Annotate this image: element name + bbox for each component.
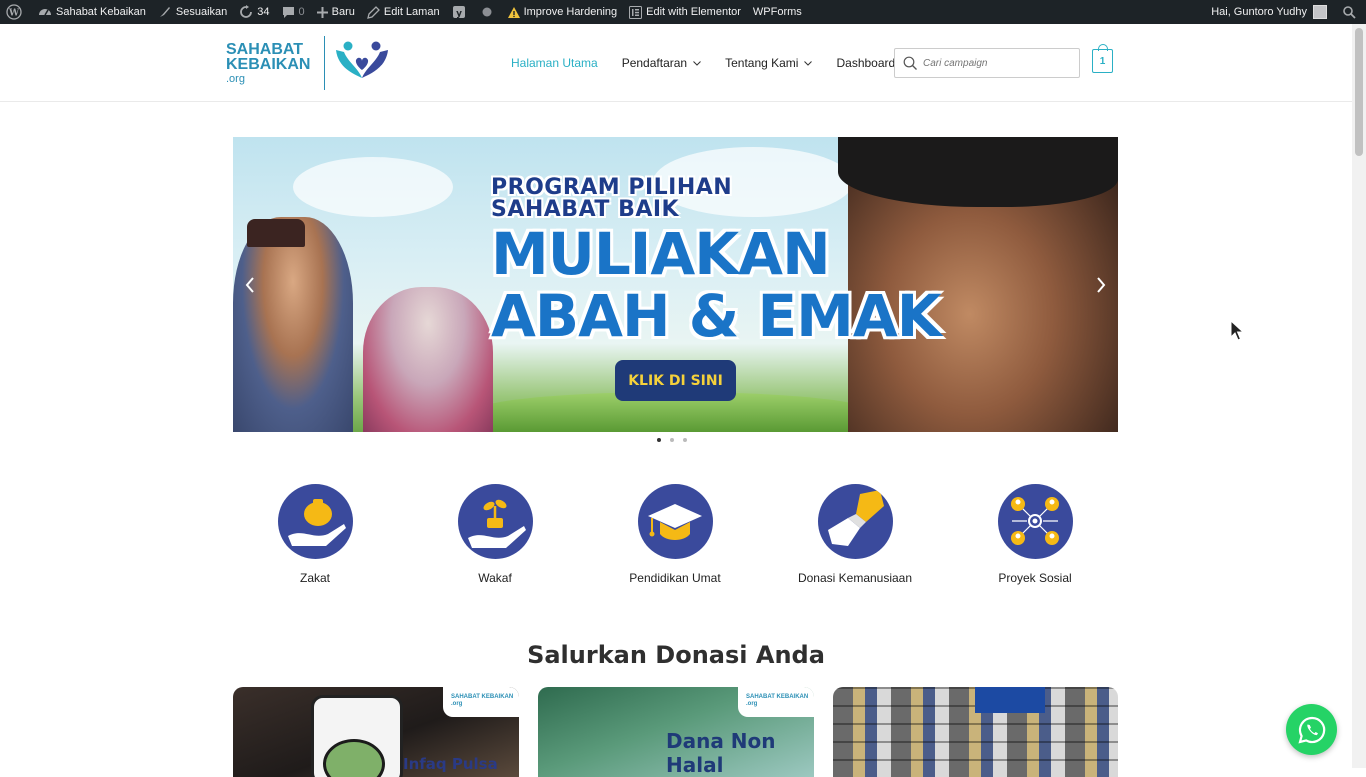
brush-icon [159,7,170,17]
campaign-card[interactable] [833,687,1118,777]
whatsapp-button[interactable] [1286,704,1337,755]
campaign-search[interactable] [894,48,1080,78]
slider-dot[interactable] [670,438,674,442]
wp-admin-bar: W Sahabat Kebaikan Sesuaikan 34 0 Baru E… [0,0,1366,24]
svg-text:W: W [8,9,20,19]
search-input[interactable] [923,57,1063,69]
nav-item-tentang-kami[interactable]: Tentang Kami [725,56,813,70]
updates-link[interactable]: 34 [233,0,275,24]
category-wakaf[interactable]: Wakaf [425,484,565,585]
edit-page-link[interactable]: Edit Laman [361,0,446,24]
warning-icon [507,6,520,18]
slide-photo-cap [247,219,305,247]
wpforms-link[interactable]: WPForms [747,0,808,24]
svg-text:y: y [456,9,462,19]
dashboard-icon [39,9,51,16]
category-zakat[interactable]: Zakat [245,484,385,585]
pencil-icon [367,5,380,19]
slider-next-arrow-icon[interactable] [1096,273,1106,299]
cloud-shape [293,157,453,217]
improve-hardening-link[interactable]: Improve Hardening [502,0,624,24]
card-title: Infaq Pulsa [403,755,498,773]
money-bag-hand-icon [277,484,353,559]
comment-icon [282,6,294,18]
graduation-cap-icon [637,484,713,559]
category-proyek-sosial[interactable]: Proyek Sosial [965,484,1105,585]
nav-item-pendaftaran[interactable]: Pendaftaran [622,56,701,70]
comments-link[interactable]: 0 [276,0,311,24]
yoast-seo-icon[interactable]: y [446,0,476,24]
logo-divider [324,36,325,90]
site-name-link[interactable]: Sahabat Kebaikan [32,0,152,24]
slider-pagination [657,438,687,442]
refresh-icon [240,5,253,18]
slider-dot[interactable] [683,438,687,442]
card-logo-badge: SAHABAT KEBAIKAN .org [738,687,814,717]
account-menu[interactable]: Hai, Guntoro Yudhy [1205,0,1337,24]
elementor-icon [629,5,643,19]
helping-hands-icon [817,484,893,559]
category-pendidikan-umat[interactable]: Pendidikan Umat [605,484,745,585]
scrollbar-thumb[interactable] [1355,28,1363,156]
avatar [1313,5,1327,19]
edit-elementor-link[interactable]: Edit with Elementor [623,0,747,24]
banner-graphic [975,687,1045,713]
whatsapp-icon [1297,716,1325,744]
chevron-down-icon [804,60,813,66]
slide-subtitle: PROGRAM PILIHAN SAHABAT BAIK [491,175,733,222]
slide-headline: MULIAKAN ABAH & EMAK [491,220,942,350]
logo-text: SAHABAT KEBAIKAN .org [226,41,311,86]
wordpress-logo-icon[interactable]: W [0,0,32,24]
plant-hand-icon [457,484,533,559]
campaign-card[interactable]: Infaq Pulsa SAHABAT KEBAIKAN .org [233,687,519,777]
category-donasi-kemanusiaan[interactable]: Donasi Kemanusiaan [785,484,925,585]
slide-photo-hat [838,137,1118,207]
seo-status-dot-icon[interactable] [476,0,502,24]
search-icon [903,56,917,70]
cart-count: 1 [1099,55,1106,67]
slide-cta-button[interactable]: KLIK DI SINI [615,360,736,401]
hero-slider[interactable]: PROGRAM PILIHAN SAHABAT BAIK MULIAKAN AB… [233,137,1118,432]
site-header: SAHABAT KEBAIKAN .org Halaman Utama Pend… [0,24,1352,102]
section-title: Salurkan Donasi Anda [527,641,825,669]
cart-button[interactable]: 1 [1092,44,1113,73]
slide-photo-woman [363,287,493,432]
card-title: Dana Non Halal [666,729,776,777]
main-nav: Halaman Utama Pendaftaran Tentang Kami D… [511,24,919,102]
campaign-card[interactable]: Dana Non Halal SAHABAT KEBAIKAN .org [538,687,814,777]
customize-link[interactable]: Sesuaikan [152,0,233,24]
network-people-icon [997,484,1073,559]
admin-search-icon[interactable] [1337,0,1366,24]
nav-item-dashboard[interactable]: Dashboard [836,56,895,70]
plus-icon [316,6,328,18]
page-scrollbar[interactable] [1352,24,1366,768]
slider-dot[interactable] [657,438,661,442]
site-logo[interactable]: SAHABAT KEBAIKAN .org [226,36,396,92]
new-content-link[interactable]: Baru [311,0,361,24]
mouse-cursor-icon [1230,320,1244,341]
chevron-down-icon [693,60,701,66]
slider-prev-arrow-icon[interactable] [245,273,255,299]
card-logo-badge: SAHABAT KEBAIKAN .org [443,687,519,717]
logo-mark-icon [336,41,388,78]
slide-photo-man [233,217,353,432]
nav-item-halaman-utama[interactable]: Halaman Utama [511,56,598,70]
